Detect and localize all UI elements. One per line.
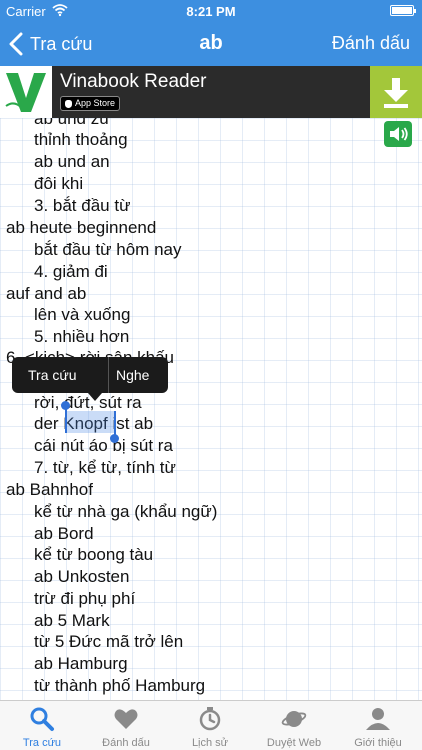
tab-history[interactable]: Lịch sử <box>168 701 252 750</box>
battery-icon <box>390 5 416 16</box>
entry-line: ab Hamburg <box>34 654 128 673</box>
speaker-icon <box>390 127 408 141</box>
tab-lookup-label: Tra cứu <box>22 737 62 749</box>
entry-line: kể từ nhà ga (khẩu ngữ) <box>34 502 218 521</box>
globe-icon <box>281 711 307 727</box>
tab-bookmarks-label: Đánh dấu <box>102 737 150 749</box>
vinabook-v-icon <box>5 73 46 112</box>
person-icon <box>366 708 390 730</box>
popup-separator <box>108 357 109 393</box>
status-bar: Carrier 8:21 PM <box>0 0 422 22</box>
tab-about-label: Giới thiệu <box>354 737 402 749</box>
entry-line: trừ đi phụ phí <box>34 589 136 608</box>
popup-arrow <box>88 393 102 401</box>
search-icon <box>30 707 54 731</box>
download-icon <box>384 78 408 108</box>
entry-line: ab Bord <box>34 524 94 543</box>
entry-line: 5. nhiều hơn <box>34 327 130 346</box>
entry-line: 7. từ, kể từ, tính từ <box>34 458 176 477</box>
entry-line: lên và xuống <box>34 305 131 324</box>
entry-line: kể từ boong tàu <box>34 545 154 564</box>
tab-bar: Tra cứu Đánh dấu Lịch sử Duyệt Web Giới … <box>0 700 422 750</box>
history-icon <box>199 707 221 731</box>
popup-listen-button[interactable]: Nghe <box>116 367 149 383</box>
entry-line: thỉnh thoảng <box>34 130 128 149</box>
tab-bookmarks[interactable]: Đánh dấu <box>84 701 168 750</box>
entry-line: ab Bahnhof <box>6 480 93 499</box>
app-store-badge[interactable]: App Store <box>60 96 121 111</box>
entry-line: ab und zu <box>34 118 109 128</box>
text-selection[interactable] <box>65 411 116 433</box>
vinabook-logo <box>0 66 52 118</box>
tab-browse-web-label: Duyệt Web <box>266 737 322 749</box>
entry-line: ab und an <box>34 152 110 171</box>
ad-title: Vinabook Reader <box>60 71 207 92</box>
status-time: 8:21 PM <box>186 4 236 19</box>
entry-line: từ thành phố Hamburg <box>34 676 206 695</box>
entry-line: bắt đầu từ hôm nay <box>34 240 182 259</box>
entry-line: đôi khi <box>34 174 84 193</box>
tab-about[interactable]: Giới thiệu <box>336 701 420 750</box>
bookmark-button[interactable]: Đánh dấu <box>332 33 410 54</box>
entry-line: auf and ab <box>6 284 87 303</box>
entry-line: cái nút áo bị sút ra <box>34 436 173 455</box>
tab-lookup[interactable]: Tra cứu <box>0 701 84 750</box>
selection-popup: Tra cứu Nghe <box>12 357 168 401</box>
ad-banner[interactable]: Vinabook Reader App Store <box>0 66 422 118</box>
entry-line: 3. bắt đầu từ <box>34 196 131 215</box>
nav-bar: Tra cứu ab Đánh dấu <box>0 22 422 66</box>
tab-history-label: Lịch sử <box>191 737 229 749</box>
selection-end-handle[interactable] <box>110 434 119 443</box>
heart-icon <box>114 709 138 729</box>
entry-line: ab 5 Mark <box>34 611 110 630</box>
entry-line: từ 5 Đức mã trở lên <box>34 632 184 651</box>
tab-browse-web[interactable]: Duyệt Web <box>252 701 336 750</box>
entry-line: ab Unkosten <box>34 567 130 586</box>
popup-lookup-button[interactable]: Tra cứu <box>28 367 77 383</box>
entry-line: ab heute beginnend <box>6 218 157 237</box>
speaker-button[interactable] <box>384 121 412 147</box>
download-button[interactable] <box>370 66 422 118</box>
entry-line: 4. giảm đi <box>34 262 108 281</box>
selection-start-handle[interactable] <box>61 401 70 410</box>
